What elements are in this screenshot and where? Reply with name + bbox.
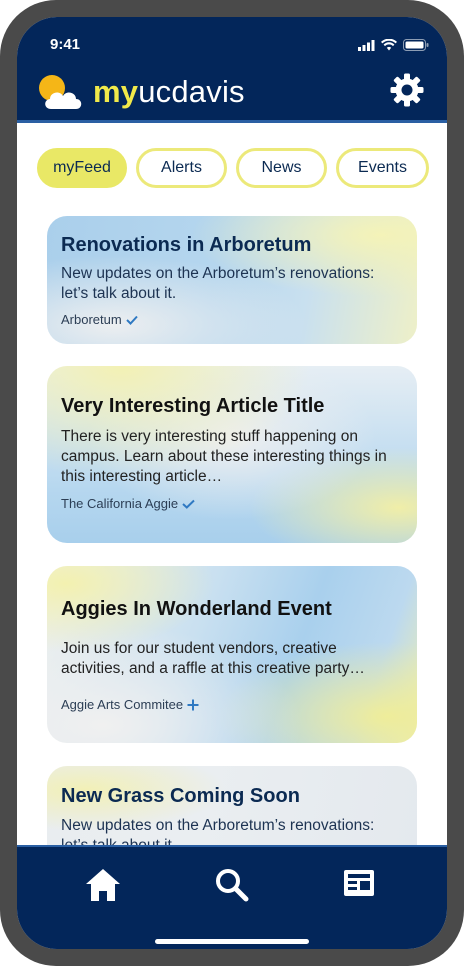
weather-partly-cloudy-icon bbox=[39, 75, 82, 109]
gear-icon bbox=[390, 73, 424, 107]
news-icon bbox=[344, 870, 374, 896]
card-source: The California Aggie bbox=[61, 496, 403, 511]
card-source: Arboretum bbox=[61, 312, 403, 327]
card-title: Renovations in Arboretum bbox=[61, 234, 312, 256]
status-icons bbox=[358, 39, 429, 51]
feed-card[interactable]: Aggies In Wonderland Event Join us for o… bbox=[47, 566, 417, 743]
card-title: Aggies In Wonderland Event bbox=[61, 598, 332, 620]
chip-myfeed[interactable]: myFeed bbox=[37, 148, 127, 188]
feed-card[interactable]: Very Interesting Article Title There is … bbox=[47, 366, 417, 543]
feed-filter-bar: myFeed Alerts News Events bbox=[37, 148, 429, 188]
app-header: 9:41 myucdavis bbox=[17, 17, 447, 123]
check-icon bbox=[125, 315, 138, 325]
status-time: 9:41 bbox=[50, 36, 81, 53]
tab-home[interactable] bbox=[84, 867, 124, 907]
phone-frame: 9:41 myucdavis myFeed Alerts News Events… bbox=[0, 0, 464, 966]
card-description: There is very interesting stuff happenin… bbox=[61, 428, 387, 485]
home-indicator bbox=[155, 939, 309, 944]
card-title: Very Interesting Article Title bbox=[61, 395, 325, 417]
card-source-label: The California Aggie bbox=[61, 496, 179, 511]
chip-events[interactable]: Events bbox=[336, 148, 429, 188]
card-source: Aggie Arts Commitee bbox=[61, 697, 403, 712]
brand: myucdavis bbox=[37, 73, 245, 111]
card-description: Join us for our student vendors, creativ… bbox=[61, 640, 365, 677]
signal-icon bbox=[358, 39, 375, 51]
brand-wordmark: myucdavis bbox=[93, 74, 245, 110]
card-description: New updates on the Arboretum’s renovatio… bbox=[61, 265, 375, 302]
wifi-icon bbox=[381, 39, 397, 51]
card-title: New Grass Coming Soon bbox=[61, 785, 300, 807]
bottom-tab-bar bbox=[17, 845, 447, 949]
chip-news[interactable]: News bbox=[236, 148, 327, 188]
brand-ucdavis: ucdavis bbox=[138, 74, 245, 109]
tab-search[interactable] bbox=[214, 867, 254, 907]
app-screen: 9:41 myucdavis myFeed Alerts News Events… bbox=[17, 17, 447, 949]
brand-my: my bbox=[93, 74, 139, 109]
chip-alerts[interactable]: Alerts bbox=[136, 148, 227, 188]
search-icon bbox=[216, 869, 249, 902]
battery-icon bbox=[403, 39, 429, 51]
card-source-label: Arboretum bbox=[61, 312, 122, 327]
home-icon bbox=[86, 869, 120, 901]
plus-icon[interactable] bbox=[187, 699, 199, 711]
card-source-label: Aggie Arts Commitee bbox=[61, 697, 184, 712]
tab-news[interactable] bbox=[342, 867, 382, 907]
check-icon bbox=[182, 499, 195, 509]
feed-card[interactable]: Renovations in Arboretum New updates on … bbox=[47, 216, 417, 344]
settings-button[interactable] bbox=[389, 72, 425, 108]
